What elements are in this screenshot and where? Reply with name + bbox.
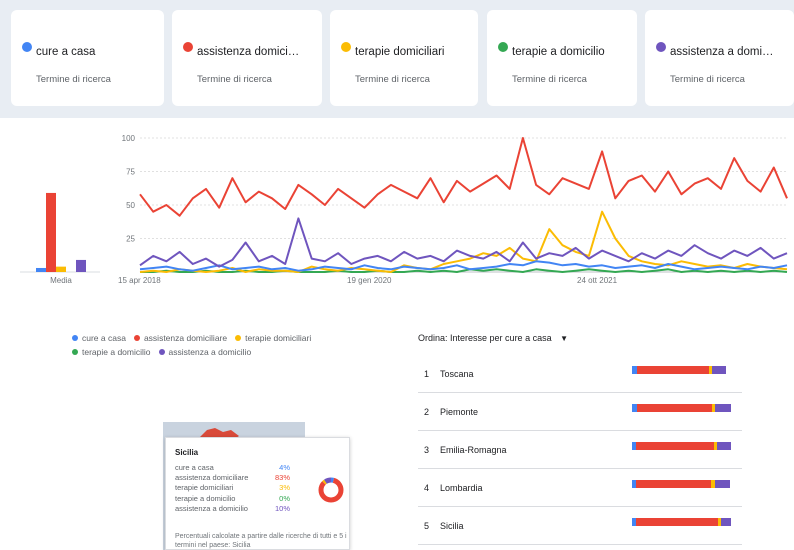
region-row-sicilia[interactable]: 5 Sicilia bbox=[418, 507, 742, 545]
region-name: Toscana bbox=[440, 369, 474, 379]
series-line bbox=[139, 210, 788, 273]
tooltip-row: cure a casa 4% bbox=[175, 463, 290, 473]
y-tick-label: 100 bbox=[122, 134, 136, 143]
tooltip-row-value: 3% bbox=[279, 483, 290, 493]
legend-item: assistenza domiciliare bbox=[133, 333, 228, 343]
legend-dot bbox=[133, 335, 140, 341]
region-rank: 1 bbox=[424, 369, 430, 379]
tooltip-row-value: 0% bbox=[279, 493, 290, 503]
series-line bbox=[139, 137, 788, 217]
region-share-bar bbox=[632, 518, 731, 526]
legend-label: assistenza a domicilio bbox=[168, 347, 252, 357]
x-tick-label: 19 gen 2020 bbox=[347, 276, 392, 285]
legend-item: cure a casa bbox=[72, 333, 126, 343]
share-segment bbox=[635, 480, 712, 488]
region-rank: 5 bbox=[424, 521, 430, 531]
region-name: Sicilia bbox=[440, 521, 464, 531]
tooltip-row: assistenza domiciliare 83% bbox=[175, 473, 290, 483]
legend-dot bbox=[235, 335, 242, 341]
share-segment bbox=[635, 442, 715, 450]
region-share-bar bbox=[632, 404, 731, 412]
region-share-bar bbox=[632, 366, 731, 374]
share-segment bbox=[712, 366, 727, 374]
region-row-emilia-romagna[interactable]: 3 Emilia-Romagna bbox=[418, 431, 742, 469]
legend-dot bbox=[72, 349, 78, 355]
region-rank: 2 bbox=[424, 407, 430, 417]
tooltip-row: terapie domiciliari 3% bbox=[175, 483, 290, 493]
x-tick-label: 15 apr 2018 bbox=[118, 276, 161, 285]
share-segment bbox=[715, 404, 731, 412]
legend-label: assistenza domiciliare bbox=[143, 333, 228, 343]
legend-label: terapie domiciliari bbox=[245, 333, 312, 343]
tooltip-row-value: 4% bbox=[279, 463, 290, 472]
sort-label: Ordina: bbox=[418, 333, 448, 343]
legend-label: cure a casa bbox=[82, 333, 126, 343]
share-donut-chart bbox=[318, 477, 344, 503]
tooltip-row-label: terapie a domicilio bbox=[175, 493, 236, 503]
tooltip-row-label: assistenza a domicilio bbox=[175, 503, 248, 513]
region-share-bar bbox=[632, 442, 731, 450]
region-row-toscana[interactable]: 1 Toscana bbox=[418, 355, 742, 393]
y-tick-label: 25 bbox=[126, 235, 135, 244]
sort-value: Interesse per cure a casa bbox=[450, 333, 552, 343]
dropdown-caret-icon: ▼ bbox=[560, 334, 569, 343]
y-tick-label: 75 bbox=[126, 168, 135, 177]
legend-item: terapie a domicilio bbox=[72, 347, 151, 357]
region-share-bar bbox=[632, 480, 731, 488]
tooltip-rows: cure a casa 4% assistenza domiciliare 83% … bbox=[175, 463, 290, 514]
tooltip-note: Percentuali calcolate a partire dalle ri… bbox=[175, 533, 347, 549]
tooltip-row-value: 83% bbox=[274, 473, 290, 483]
legend-item: terapie domiciliari bbox=[235, 333, 311, 343]
donut-segment bbox=[318, 477, 344, 503]
region-row-piemonte[interactable]: 2 Piemonte bbox=[418, 393, 742, 431]
tooltip-row-label: terapie domiciliari bbox=[175, 483, 234, 493]
region-row-lombardia[interactable]: 4 Lombardia bbox=[418, 469, 742, 507]
region-rank: 3 bbox=[424, 445, 430, 455]
share-segment bbox=[636, 366, 710, 374]
share-segment bbox=[715, 480, 730, 488]
legend-label: terapie a domicilio bbox=[82, 347, 151, 357]
share-segment bbox=[636, 404, 713, 412]
tooltip-row: assistenza a domicilio 10% bbox=[175, 504, 290, 514]
chart-legend: cure a casa assistenza domiciliare terap… bbox=[72, 333, 372, 361]
y-tick-label: 50 bbox=[126, 201, 135, 210]
region-rank: 4 bbox=[424, 483, 430, 493]
share-segment bbox=[721, 518, 731, 526]
legend-item: assistenza a domicilio bbox=[158, 347, 252, 357]
interest-over-time-chart[interactable]: 25 50 75 100 15 apr 2018 19 gen 2020 24 ott 20… bbox=[0, 0, 794, 300]
share-segment bbox=[717, 442, 731, 450]
tooltip-row-value: 10% bbox=[274, 503, 290, 513]
tooltip-row-label: cure a casa bbox=[175, 463, 214, 472]
tooltip-row: terapie a domicilio 0% bbox=[175, 494, 290, 504]
region-name: Piemonte bbox=[440, 407, 479, 417]
legend-dot bbox=[72, 335, 78, 341]
region-name: Lombardia bbox=[440, 483, 483, 493]
tooltip-row-label: assistenza domiciliare bbox=[175, 473, 249, 483]
tooltip-region-name: Sicilia bbox=[175, 448, 199, 457]
x-tick-label: 24 ott 2021 bbox=[577, 276, 618, 285]
region-name: Emilia-Romagna bbox=[440, 445, 507, 455]
share-segment bbox=[635, 518, 719, 526]
sort-dropdown[interactable]: Ordina: Interesse per cure a casa ▼ bbox=[418, 333, 568, 343]
region-tooltip: Sicilia cure a casa 4% assistenza domicil… bbox=[165, 437, 350, 550]
legend-dot bbox=[158, 349, 165, 355]
